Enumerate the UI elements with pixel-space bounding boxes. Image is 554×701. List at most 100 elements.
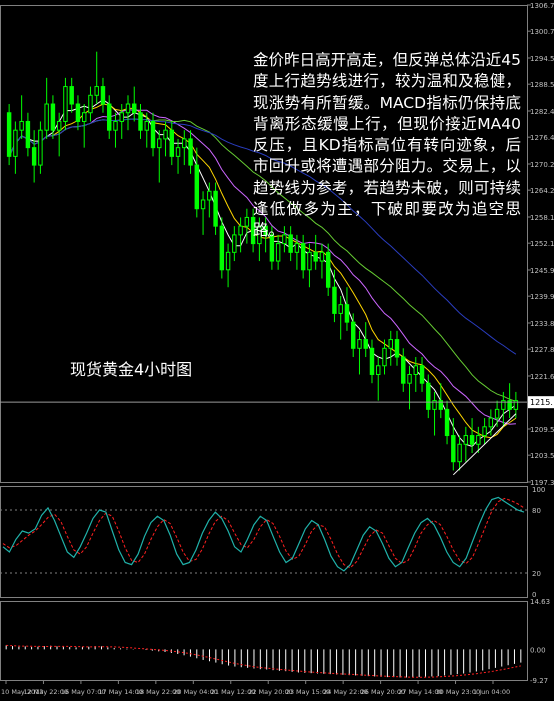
candle-body	[338, 304, 343, 314]
candle-body	[319, 251, 325, 262]
candle-body	[325, 251, 331, 288]
candle-body	[232, 234, 237, 253]
price-tick-label: 1221.65	[530, 373, 554, 381]
candle-body	[344, 304, 350, 323]
candle-body	[419, 365, 425, 384]
price-tick-label: 1245.95	[530, 267, 554, 275]
candle-body	[350, 321, 356, 349]
price-tick-label: 1233.80	[530, 320, 554, 328]
candle-body	[332, 286, 337, 314]
candle-body	[213, 190, 218, 227]
candle-body	[69, 86, 74, 105]
price-tick-label: 1209.50	[530, 426, 554, 434]
candle-body	[225, 251, 231, 271]
candle-body	[382, 347, 387, 367]
candle-body	[56, 120, 62, 131]
candle-body	[426, 382, 431, 410]
price-tick-label: 1258.10	[530, 214, 554, 222]
price-tick-label: 1264.25	[530, 187, 554, 195]
candle-body	[175, 147, 181, 157]
candle-body	[94, 86, 99, 96]
candle-body	[6, 112, 12, 157]
candle-body	[207, 190, 212, 201]
candle-body	[119, 112, 124, 122]
candle-body	[444, 408, 450, 437]
kd-tick-label: 80	[532, 507, 541, 515]
candle-body	[494, 408, 500, 419]
candle-body	[44, 103, 49, 131]
macd-tick-label: 0.00	[530, 646, 546, 654]
chart-caption: 现货黄金4小时图	[70, 360, 193, 379]
candle-body	[163, 129, 168, 140]
candle-body	[244, 216, 250, 227]
price-tick-label: 1300.70	[530, 28, 554, 36]
candle-body	[132, 103, 137, 114]
candle-body	[294, 243, 300, 253]
candle-body	[313, 251, 318, 262]
macd-indicator: 14.63 0.00 -9.27	[5, 598, 550, 685]
candle-body	[476, 435, 481, 445]
current-price-label: 1215.	[530, 398, 553, 407]
candle-body	[413, 365, 418, 375]
candle-body	[275, 243, 281, 262]
chart-window: 1306.70 1300.70 1294.55 1288.55 1282.40 1276.…	[0, 0, 554, 701]
candle-body	[100, 86, 106, 105]
candle-body	[363, 339, 368, 349]
price-tick-label: 1252.10	[530, 240, 554, 248]
candle-body	[13, 129, 18, 157]
candle-body	[388, 339, 393, 349]
price-tick-label: 1282.40	[530, 108, 554, 116]
price-tick-label: 1239.95	[530, 293, 554, 301]
candle-body	[469, 435, 475, 445]
candle-body	[194, 164, 200, 210]
time-tick-label: 1 Jun 04:00	[473, 688, 510, 696]
candle-body	[150, 120, 156, 149]
candle-body	[488, 417, 494, 428]
candle-body	[482, 426, 487, 437]
candle-body	[169, 129, 175, 157]
candle-body	[25, 120, 31, 149]
candle-body	[75, 103, 81, 122]
candle-body	[125, 103, 131, 114]
price-tick-label: 1294.55	[530, 55, 554, 63]
macd-tick-label: -9.27	[530, 677, 548, 685]
candle-body	[376, 365, 381, 375]
price-tick-label: 1270.25	[530, 161, 554, 169]
candle-body	[50, 103, 56, 131]
candle-body	[31, 147, 37, 166]
candle-body	[63, 86, 68, 122]
price-tick-label: 1203.50	[530, 452, 554, 460]
macd-tick-label: 14.63	[530, 598, 550, 606]
candle-body	[369, 347, 375, 375]
candle-body	[300, 243, 306, 271]
kd-d-line	[2, 497, 525, 569]
panel-frame	[0, 601, 528, 681]
time-axis: 10 May 201312 May 22:0016 May 07:0017 Ma…	[1, 680, 510, 696]
price-tick-label: 1288.55	[530, 81, 554, 89]
candle-body	[407, 373, 412, 384]
candle-body	[463, 435, 469, 445]
candle-body	[357, 339, 362, 349]
candle-body	[138, 112, 143, 131]
panel-frame	[0, 486, 528, 598]
price-tick-label: 1227.80	[530, 346, 554, 354]
candle-body	[188, 138, 193, 166]
candle-body	[238, 225, 243, 236]
candle-body	[401, 356, 406, 384]
candle-body	[19, 120, 24, 131]
candle-body	[157, 138, 162, 149]
candle-body	[38, 129, 43, 166]
candle-body	[200, 199, 206, 210]
price-tick-label: 1276.40	[530, 134, 554, 142]
candle-body	[219, 225, 225, 271]
candle-body	[88, 94, 93, 114]
candle-body	[113, 120, 118, 131]
kd-indicator: 10080200	[0, 486, 545, 599]
candle-body	[307, 251, 312, 271]
candle-body	[451, 435, 456, 463]
macd-signal-line	[6, 644, 521, 678]
candle-body	[81, 112, 87, 122]
price-tick-label: 1306.70	[530, 2, 554, 10]
candle-body	[107, 103, 112, 131]
analysis-commentary: 金价昨日高开高走，但反弹总体沿近45度上行趋势线进行，较为温和及稳健，现涨势有所…	[253, 51, 521, 240]
